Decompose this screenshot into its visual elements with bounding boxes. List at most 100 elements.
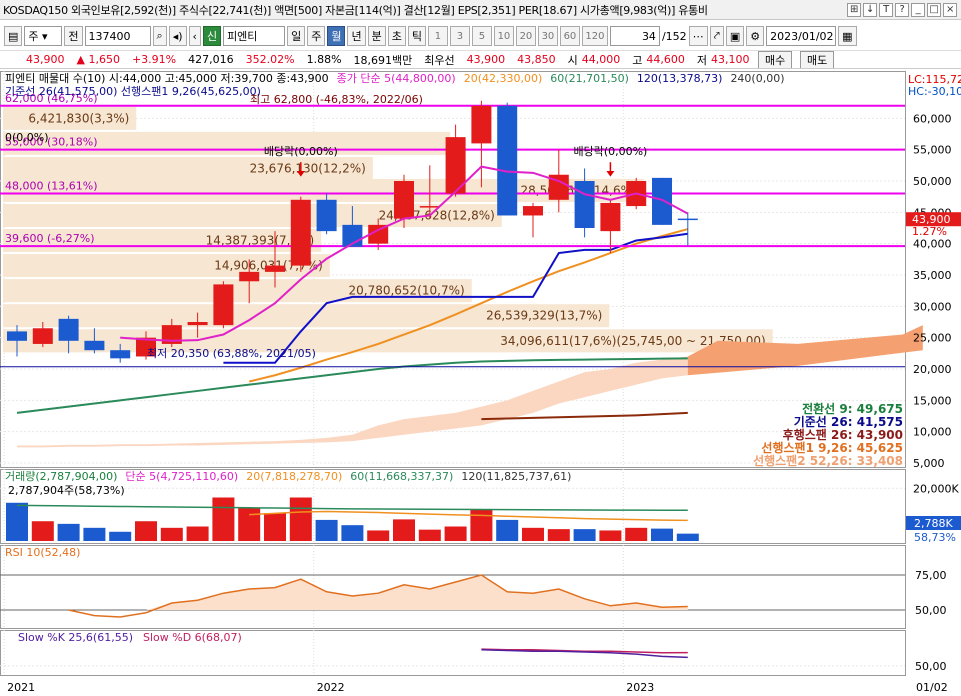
volume-value: 427,016 — [188, 53, 234, 66]
turnover-ratio: 1.88% — [306, 53, 342, 66]
speaker-icon[interactable]: ◂) — [168, 26, 187, 46]
candle-body — [600, 202, 621, 232]
close-icon[interactable]: × — [943, 3, 957, 17]
support-line-label: 48,000 (13,61%) — [5, 180, 98, 193]
volume-bar — [418, 529, 441, 541]
period-day[interactable]: 일 — [287, 26, 306, 46]
period-year[interactable]: 년 — [347, 26, 366, 46]
period-week[interactable]: 주 — [307, 26, 326, 46]
volume-bar — [625, 527, 648, 541]
stock-name-field[interactable]: 피엔티 — [223, 26, 286, 46]
best-bid: 43,850 — [517, 53, 556, 66]
best-label: 최우선 — [424, 53, 455, 67]
period-tick[interactable]: 틱 — [407, 26, 426, 46]
candle-body — [471, 105, 492, 144]
minute-120[interactable]: 120 — [581, 26, 608, 46]
best-ask: 43,900 — [466, 53, 506, 66]
volume-bar — [57, 523, 80, 541]
draw-icon[interactable]: ⤤ — [709, 26, 724, 46]
grid-icon[interactable]: ⊞ — [847, 3, 861, 17]
volume-bar — [160, 527, 183, 541]
help-icon[interactable]: ? — [895, 3, 909, 17]
candle-body — [7, 331, 27, 341]
layout-icon[interactable]: ▤ — [4, 26, 23, 46]
minute-3[interactable]: 3 — [449, 26, 470, 46]
price-axis-label: 20,000 — [913, 363, 952, 376]
candle-body — [110, 350, 131, 359]
minute-60[interactable]: 60 — [559, 26, 580, 46]
price-change: ▲ 1,650 — [76, 53, 120, 66]
candle-body — [187, 322, 208, 326]
download-icon[interactable]: ↓ — [863, 3, 877, 17]
stoch-legend: Slow %K 25,6(61,55) Slow %D 6(68,07) — [18, 631, 242, 644]
price-axis-label: 35,000 — [913, 269, 952, 282]
volume-bar — [109, 531, 132, 541]
search-icon[interactable]: ⌕ — [152, 26, 167, 46]
minute-5[interactable]: 5 — [471, 26, 492, 46]
volume-profile-label: 6,421,830(3,3%) — [28, 111, 129, 125]
date-axis-label: 2023 — [626, 681, 654, 694]
volume-percent: 352.02% — [245, 53, 295, 66]
legend-item: 피엔티 매물대 수(10) 시:44,000 고:45,000 저:39,700… — [5, 72, 329, 85]
legend-item: 240(0,00) — [730, 72, 784, 85]
range-button[interactable]: 전 — [64, 26, 83, 46]
price-axis-label: 30,000 — [913, 300, 952, 313]
ichimoku-legend-item: 선행스팬1 9,26: 45,625 — [761, 440, 903, 455]
zero-label: 0(0,0%) — [5, 131, 49, 144]
calendar-icon[interactable]: ▦ — [838, 26, 857, 46]
candle-body — [84, 340, 105, 351]
candle-body — [497, 105, 518, 216]
stoch-legend-item: Slow %D 6(68,07) — [143, 631, 242, 644]
counter-input[interactable]: 34 — [609, 26, 660, 46]
buy-button[interactable]: 매수 — [758, 51, 793, 68]
volume-bar — [522, 527, 544, 541]
volume-legend-item: 20(7,818,278,70) — [246, 470, 342, 483]
rsi-legend: RSI 10(52,48) — [5, 546, 80, 559]
high-label: 최고 62,800 (-46,83%, 2022/06) — [250, 93, 423, 106]
period-second[interactable]: 초 — [387, 26, 406, 46]
candle-body — [290, 199, 311, 266]
legend-item: 60(21,701,50) — [550, 72, 629, 85]
maximize-icon[interactable]: □ — [927, 3, 941, 17]
volume-bar — [367, 530, 390, 541]
counter-total: /152 — [661, 29, 687, 43]
credit-badge: 신 — [202, 26, 222, 46]
volume-legend-item: 단순 5(4,725,110,60) — [125, 470, 238, 483]
period-minute[interactable]: 분 — [367, 26, 386, 46]
legend-item: 120(13,378,73) — [637, 72, 723, 85]
open-label: 시 — [567, 53, 578, 67]
save-icon[interactable]: ▣ — [725, 26, 745, 46]
chart-type-icon[interactable]: ⋯ — [688, 26, 708, 46]
minute-20[interactable]: 20 — [515, 26, 536, 46]
trade-amount: 18,691백만 — [353, 53, 413, 67]
support-line-label: 39,600 (-6,27%) — [5, 232, 94, 245]
text-icon[interactable]: T — [879, 3, 893, 17]
quote-bar: 43,900 ▲ 1,650 +3.91% 427,016 352.02% 1.… — [0, 50, 961, 69]
price-axis-label: 60,000 — [913, 112, 952, 125]
sell-button[interactable]: 매도 — [800, 51, 835, 68]
stoch-legend-item: Slow %K 25,6(61,55) — [18, 631, 133, 644]
volume-last-label: 2,787,904주(58,73%) — [8, 484, 125, 497]
volume-bar — [31, 521, 54, 541]
price-axis-label: 5,000 — [913, 457, 945, 470]
volume-legend-item: 거래량(2,787,904,00) — [5, 470, 117, 483]
dividend-label: 배당락(0,00%) — [573, 145, 647, 158]
minimize-icon[interactable]: _ — [911, 3, 925, 17]
minute-30[interactable]: 30 — [537, 26, 558, 46]
market-select[interactable]: 주 ▾ — [24, 26, 63, 46]
prev-icon[interactable]: ‹ — [188, 26, 201, 46]
minute-10[interactable]: 10 — [493, 26, 514, 46]
stock-info-text: KOSDAQ150 외국인보유[2,592(천)] 주식수[22,741(천)]… — [3, 3, 708, 17]
volume-bar — [315, 519, 338, 541]
minute-1[interactable]: 1 — [427, 26, 448, 46]
rsi-axis-label: 50,00 — [915, 604, 947, 617]
code-input[interactable]: 137400 — [84, 26, 151, 46]
date-input[interactable]: 2023/01/02 — [766, 26, 837, 46]
current-price: 43,900 — [26, 53, 65, 66]
period-month[interactable]: 월 — [327, 26, 346, 46]
candle-body — [574, 181, 595, 228]
candle-body — [523, 206, 543, 216]
stock-chart[interactable]: 6,421,830(3,3%)23,676,130(12,2%)28,509,6… — [0, 71, 961, 696]
low-price: 43,100 — [711, 53, 750, 66]
settings-icon[interactable]: ⚙ — [746, 26, 765, 46]
